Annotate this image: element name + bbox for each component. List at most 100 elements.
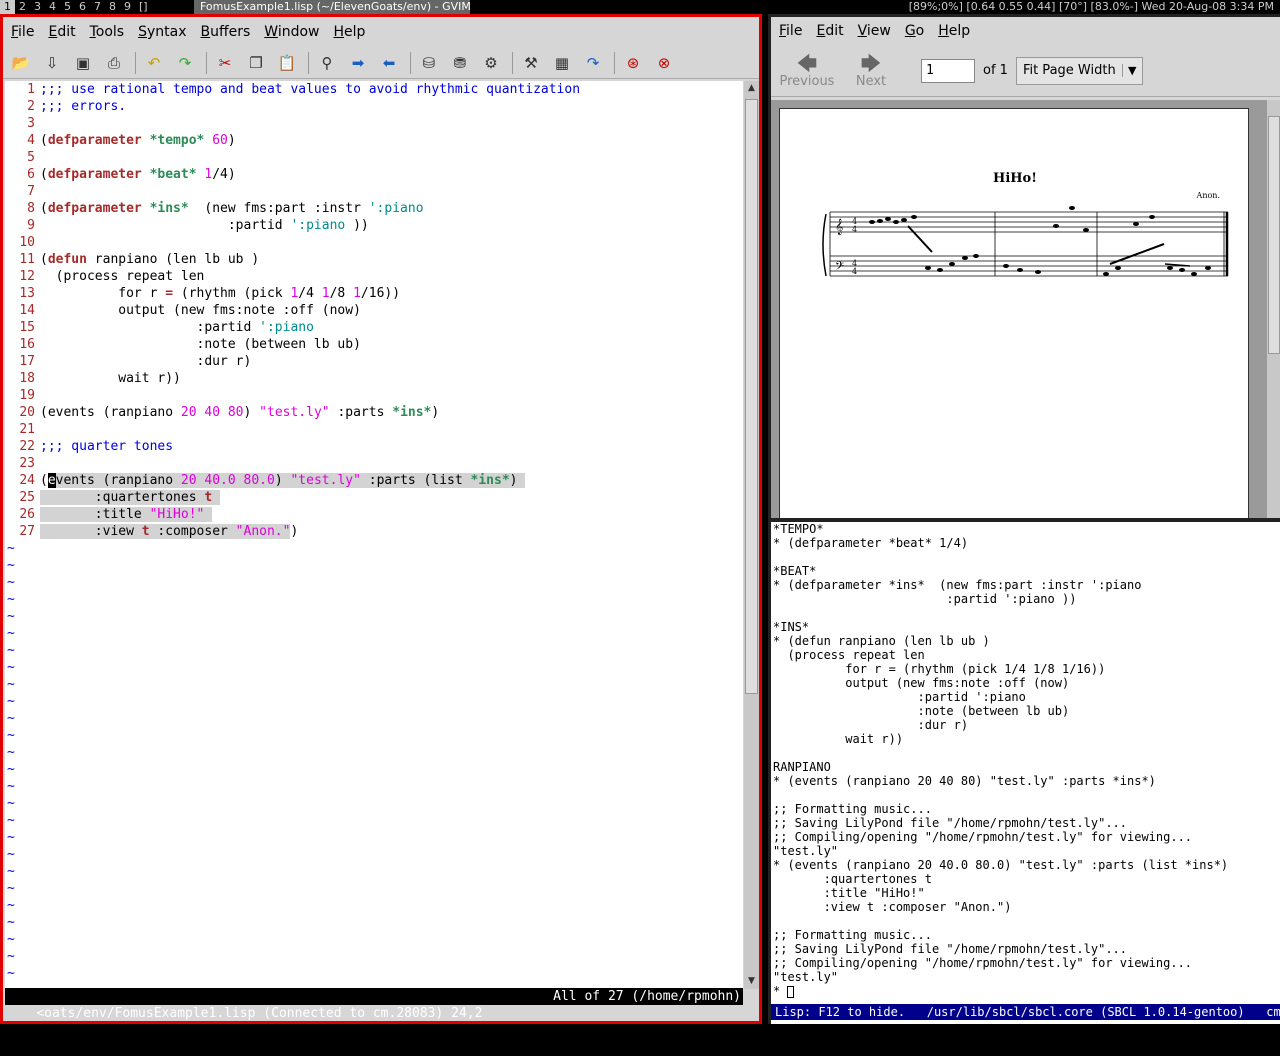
lisp-repl-buffer[interactable]: *TEMPO* * (defparameter *beat* 1/4) *BEAT*… <box>768 518 1280 1024</box>
editor-text-area[interactable]: 1 ;;; use rational tempo and beat values … <box>5 81 743 989</box>
cut-icon[interactable]: ✂ <box>213 51 237 75</box>
menu-edit[interactable]: Edit <box>816 23 843 39</box>
menu-tools[interactable]: Tools <box>90 24 125 40</box>
menu-help[interactable]: Help <box>334 24 366 40</box>
repl-line: * (defparameter *beat* 1/4) <box>773 536 969 550</box>
menu-edit[interactable]: Edit <box>48 24 75 40</box>
menu-file[interactable]: File <box>779 23 802 39</box>
menu-buffers[interactable]: Buffers <box>201 24 251 40</box>
page-number-input[interactable] <box>921 58 975 83</box>
zoom-select[interactable]: Fit Page Width ▼ <box>1015 56 1143 85</box>
repl-line: :dur r) <box>773 718 969 732</box>
code-token: 20 <box>180 473 197 488</box>
empty-line-marker: ~ <box>7 864 15 879</box>
repl-line: * <box>771 984 1280 998</box>
empty-line-marker: ~ <box>7 966 15 981</box>
line-number: 16 <box>19 337 35 352</box>
menu-file[interactable]: File <box>11 24 34 40</box>
scrollbar-thumb[interactable] <box>745 99 758 694</box>
document-view[interactable]: HiHo! Anon. 𝄞 𝄢 44 44 <box>771 100 1267 518</box>
system-status: [89%;0%] [0.64 0.55 0.44] [70°] [83.0%-]… <box>908 0 1274 13</box>
document-scrollbar[interactable] <box>1267 100 1280 518</box>
workspace-tag[interactable]: 2 <box>15 0 30 14</box>
repl-line <box>771 550 1280 564</box>
code-token: 1 <box>321 286 330 301</box>
workspace-tag[interactable]: [] <box>135 0 152 14</box>
line-number: 17 <box>19 354 35 369</box>
print-icon[interactable]: ⎙ <box>102 51 126 75</box>
workspace-tag[interactable]: 9 <box>120 0 135 14</box>
next-page-button[interactable]: 🡆 Next <box>843 52 899 89</box>
empty-line-marker: ~ <box>7 541 15 556</box>
ctags-icon[interactable]: ▦ <box>550 51 574 75</box>
paste-icon[interactable]: 📋 <box>275 51 299 75</box>
line-number: 23 <box>19 456 35 471</box>
scroll-up-icon[interactable]: ▲ <box>744 81 759 96</box>
repl-cursor[interactable] <box>787 985 795 998</box>
page-count-label: of 1 <box>983 63 1008 78</box>
open-folder-icon[interactable]: 📂 <box>9 51 33 75</box>
line-number: 2 <box>27 99 35 114</box>
save-session-icon[interactable]: ⛃ <box>448 51 472 75</box>
workspace-tag[interactable]: 4 <box>45 0 60 14</box>
workspace-tag[interactable]: 7 <box>90 0 105 14</box>
code-line: 7 <box>5 183 743 200</box>
line-number: 14 <box>19 303 35 318</box>
save-down-icon[interactable]: ⇩ <box>40 51 64 75</box>
code-token: defun <box>47 252 87 267</box>
find-help-icon[interactable]: ⊗ <box>652 51 676 75</box>
chevron-down-icon: ▼ <box>1121 64 1142 77</box>
empty-line-marker: ~ <box>7 660 15 675</box>
menu-view[interactable]: View <box>858 23 891 39</box>
editor-scrollbar[interactable]: ▲ ▼ <box>744 81 759 989</box>
text-cursor: e <box>47 473 56 488</box>
make-icon[interactable]: ⚒ <box>519 51 543 75</box>
repl-line <box>771 914 1280 928</box>
copy-icon[interactable]: ❐ <box>244 51 268 75</box>
code-token: for r <box>40 286 166 301</box>
svg-text:𝄞: 𝄞 <box>835 219 843 235</box>
menu-go[interactable]: Go <box>905 23 924 39</box>
redo-icon[interactable]: ↷ <box>173 51 197 75</box>
empty-line-marker: ~ <box>7 830 15 845</box>
scrollbar-thumb[interactable] <box>1268 116 1280 354</box>
code-token: defparameter <box>47 167 142 182</box>
svg-text:4: 4 <box>852 267 857 276</box>
save-icon[interactable]: ▣ <box>71 51 95 75</box>
code-line: 18 wait r)) <box>5 370 743 387</box>
menu-window[interactable]: Window <box>264 24 319 40</box>
scroll-down-icon[interactable]: ▼ <box>744 974 759 989</box>
toolbar-separator <box>135 51 136 74</box>
workspace-tag[interactable]: 6 <box>75 0 90 14</box>
workspace-tag[interactable]: 3 <box>30 0 45 14</box>
code-token: "test.ly" <box>259 405 330 420</box>
code-token: ':piano <box>290 218 346 233</box>
workspace-tags[interactable]: 1 2 3 4 5 6 7 8 9[] <box>0 0 152 14</box>
code-line: 9 :partid ':piano )) <box>5 217 743 234</box>
menu-help[interactable]: Help <box>938 23 970 39</box>
empty-line-marker: ~ <box>7 796 15 811</box>
help-icon[interactable]: ⊛ <box>621 51 645 75</box>
load-session-icon[interactable]: ⛁ <box>417 51 441 75</box>
find-replace-icon[interactable]: ⚲ <box>315 51 339 75</box>
menu-syntax[interactable]: Syntax <box>138 24 186 40</box>
workspace-tag[interactable]: 8 <box>105 0 120 14</box>
vim-status-line: <oats/env/FomusExample1.lisp (Connected … <box>5 988 743 1021</box>
code-token: 20 <box>180 405 197 420</box>
code-token: ;;; errors. <box>40 99 127 114</box>
find-previous-icon[interactable]: ⬅ <box>377 51 401 75</box>
code-line: 1 ;;; use rational tempo and beat values … <box>5 81 743 98</box>
run-script-icon[interactable]: ⚙ <box>479 51 503 75</box>
find-next-icon[interactable]: ➡ <box>346 51 370 75</box>
undo-icon[interactable]: ↶ <box>142 51 166 75</box>
workspace-tag[interactable]: 5 <box>60 0 75 14</box>
code-line: 17 :dur r) <box>5 353 743 370</box>
previous-page-button[interactable]: 🡄 Previous <box>779 52 835 89</box>
workspace-tag[interactable]: 1 <box>0 0 15 14</box>
music-score-image: 𝄞𝄢 44 44 <box>822 206 1229 277</box>
jump-tag-icon[interactable]: ↷ <box>581 51 605 75</box>
code-token: ( <box>40 201 48 216</box>
